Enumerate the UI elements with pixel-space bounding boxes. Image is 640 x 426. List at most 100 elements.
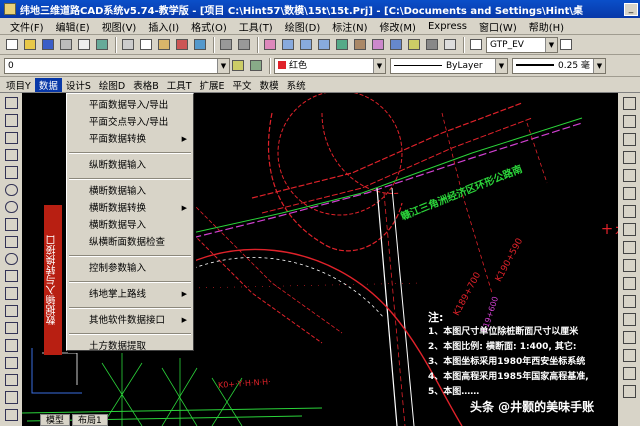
app-icon[interactable] xyxy=(4,3,16,15)
pan-icon[interactable] xyxy=(262,37,278,53)
layer-previous-icon[interactable] xyxy=(248,58,264,74)
tab-data[interactable]: 数据 xyxy=(34,77,62,92)
calculator-icon[interactable] xyxy=(424,37,440,53)
print-preview-icon[interactable] xyxy=(76,37,92,53)
open-folder-icon[interactable] xyxy=(22,37,38,53)
erase-icon[interactable] xyxy=(622,97,636,110)
new-file-icon[interactable] xyxy=(4,37,20,53)
join-icon[interactable] xyxy=(622,331,636,344)
menu-item-plane-convert[interactable]: 平面数据转换 ▶ xyxy=(67,131,193,148)
linetype-select[interactable]: ByLayer ▼ xyxy=(390,57,508,74)
menu-item-plane-pi-io[interactable]: 平面交点导入/导出 xyxy=(67,114,193,131)
multiline-text-icon[interactable] xyxy=(4,408,18,421)
menu-window[interactable]: 窗口(W) xyxy=(473,19,523,34)
redo-icon[interactable] xyxy=(236,37,252,53)
copy-object-icon[interactable] xyxy=(622,115,636,128)
tab-design[interactable]: 设计S xyxy=(62,78,95,92)
tab-table[interactable]: 表格B xyxy=(129,78,163,92)
chevron-down-icon[interactable]: ▼ xyxy=(593,58,605,73)
construction-line-icon[interactable] xyxy=(4,114,18,127)
menu-format[interactable]: 格式(O) xyxy=(185,19,233,34)
scale-icon[interactable] xyxy=(622,223,636,236)
chevron-down-icon[interactable]: ▼ xyxy=(545,37,557,52)
color-select[interactable]: 红色 ▼ xyxy=(274,57,386,74)
menu-modify[interactable]: 修改(M) xyxy=(374,19,422,34)
cut-icon[interactable] xyxy=(120,37,136,53)
table-icon[interactable] xyxy=(4,391,18,404)
menu-item-cross-input[interactable]: 横断数据输入 xyxy=(67,183,193,200)
menu-item-handheld-route[interactable]: 纬地掌上路线 ▶ xyxy=(67,286,193,303)
move-icon[interactable] xyxy=(622,187,636,200)
copy-icon[interactable] xyxy=(138,37,154,53)
save-icon[interactable] xyxy=(40,37,56,53)
insert-block-icon[interactable] xyxy=(4,287,18,300)
tool-palette-icon[interactable] xyxy=(370,37,386,53)
menu-insert[interactable]: 插入(I) xyxy=(142,19,185,34)
array-icon[interactable] xyxy=(622,169,636,182)
chevron-down-icon[interactable]: ▼ xyxy=(495,58,507,73)
ellipse-arc-icon[interactable] xyxy=(4,270,18,283)
explode-icon[interactable] xyxy=(622,385,636,398)
menu-item-section-check[interactable]: 纵横断面数据检查 xyxy=(67,234,193,251)
make-layer-current-icon[interactable] xyxy=(230,58,246,74)
menu-draw[interactable]: 绘图(D) xyxy=(279,19,327,34)
menu-express[interactable]: Express xyxy=(422,21,473,32)
tab-dtm[interactable]: 数模 xyxy=(256,78,283,92)
tab-layout1[interactable]: 布局1 xyxy=(72,414,108,426)
chamfer-icon[interactable] xyxy=(622,349,636,362)
zoom-window-icon[interactable] xyxy=(298,37,314,53)
block-editor-icon[interactable] xyxy=(192,37,208,53)
match-properties-icon[interactable] xyxy=(174,37,190,53)
tab-project[interactable]: 项目Y xyxy=(2,78,35,92)
ellipse-icon[interactable] xyxy=(4,252,18,266)
menu-item-cross-import[interactable]: 横断数据导入 xyxy=(67,217,193,234)
polygon-icon[interactable] xyxy=(4,148,18,162)
tab-model[interactable]: 模型 xyxy=(40,414,71,426)
chevron-down-icon[interactable]: ▼ xyxy=(373,58,385,73)
fillet-icon[interactable] xyxy=(622,367,636,380)
menu-item-earthwork-extract[interactable]: 土方数据提取 xyxy=(67,338,193,355)
zoom-previous-icon[interactable] xyxy=(316,37,332,53)
markup-icon[interactable] xyxy=(406,37,422,53)
menu-edit[interactable]: 编辑(E) xyxy=(50,19,96,34)
hatch-icon[interactable] xyxy=(4,339,18,352)
menu-item-cross-convert[interactable]: 横断数据转换 ▶ xyxy=(67,200,193,217)
menu-view[interactable]: 视图(V) xyxy=(96,19,143,34)
line-icon[interactable] xyxy=(4,97,18,110)
mirror-icon[interactable] xyxy=(622,133,636,146)
menu-item-other-software-interface[interactable]: 其他软件数据接口 ▶ xyxy=(67,312,193,329)
spline-icon[interactable] xyxy=(4,235,18,248)
menu-item-profile-input[interactable]: 纵断数据输入 xyxy=(67,157,193,174)
revision-cloud-icon[interactable] xyxy=(4,218,18,231)
menu-item-control-params[interactable]: 控制参数输入 xyxy=(67,260,193,277)
text-style-icon[interactable] xyxy=(468,37,484,53)
style-select[interactable]: GTP_EV ▼ xyxy=(486,36,558,53)
menu-item-plane-data-io[interactable]: 平面数据导入/导出 xyxy=(67,97,193,114)
help-icon[interactable] xyxy=(442,37,458,53)
tab-tools[interactable]: 工具T xyxy=(163,78,196,92)
dim-style-icon[interactable] xyxy=(558,37,574,53)
print-icon[interactable] xyxy=(58,37,74,53)
break-at-point-icon[interactable] xyxy=(622,295,636,308)
rectangle-icon[interactable] xyxy=(4,166,18,179)
point-icon[interactable] xyxy=(4,322,18,335)
gradient-icon[interactable] xyxy=(4,356,18,369)
chevron-down-icon[interactable]: ▼ xyxy=(217,58,229,73)
tab-draw[interactable]: 绘图D xyxy=(95,78,129,92)
tab-plane[interactable]: 平文 xyxy=(229,78,256,92)
menu-help[interactable]: 帮助(H) xyxy=(523,19,570,34)
lineweight-select[interactable]: 0.25 毫 ▼ xyxy=(512,57,606,74)
zoom-realtime-icon[interactable] xyxy=(280,37,296,53)
break-icon[interactable] xyxy=(622,313,636,326)
make-block-icon[interactable] xyxy=(4,304,18,318)
menu-tools[interactable]: 工具(T) xyxy=(233,19,279,34)
undo-icon[interactable] xyxy=(218,37,234,53)
rotate-icon[interactable] xyxy=(622,205,636,218)
properties-icon[interactable] xyxy=(334,37,350,53)
sheet-set-icon[interactable] xyxy=(388,37,404,53)
layer-select[interactable]: 0 ▼ xyxy=(4,57,230,74)
polyline-icon[interactable] xyxy=(4,131,18,144)
extend-icon[interactable] xyxy=(622,277,636,290)
tab-extend[interactable]: 扩展E xyxy=(196,78,229,92)
stretch-icon[interactable] xyxy=(622,241,636,254)
